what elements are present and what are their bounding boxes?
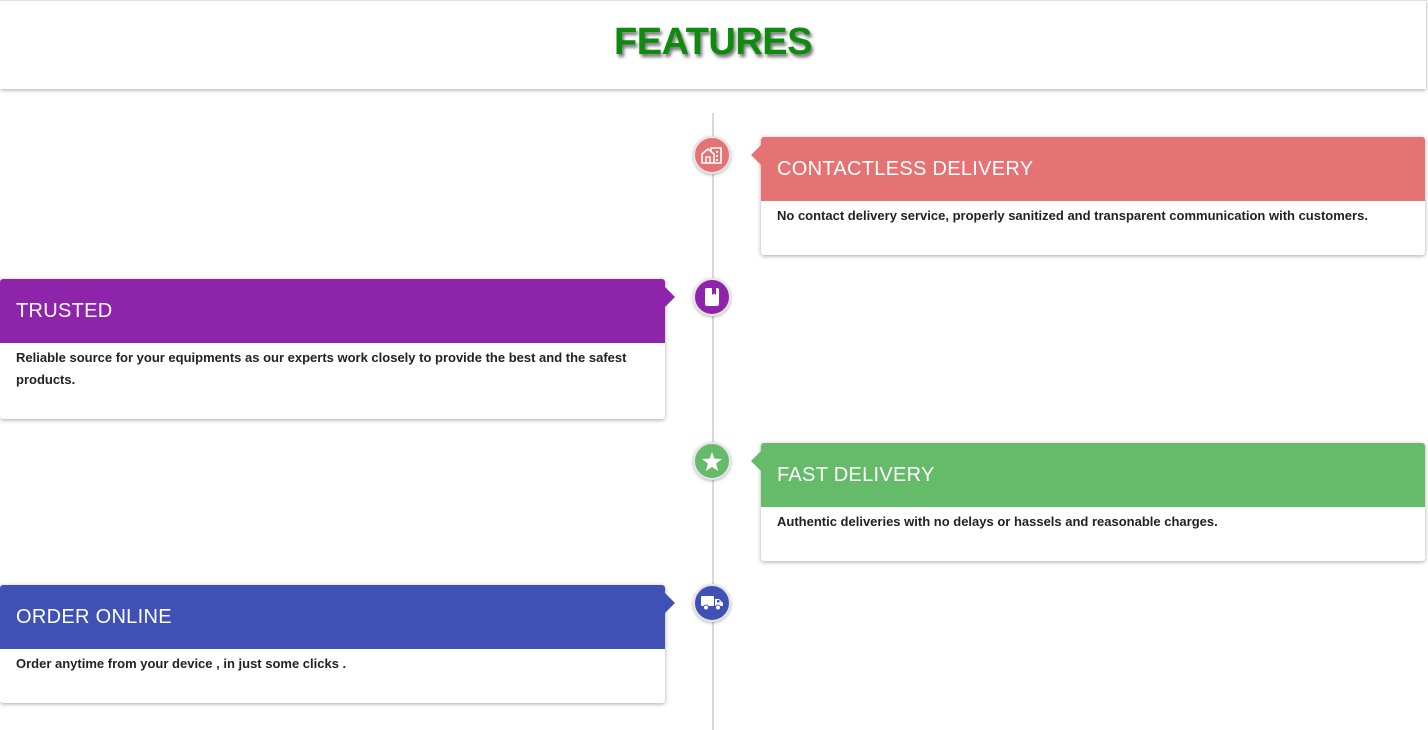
timeline-node-trusted [693,278,731,316]
features-header: FEATURES [0,0,1426,89]
feature-description: Order anytime from your device , in just… [16,656,347,671]
feature-card-order-online: ORDER ONLINE Order anytime from your dev… [0,585,675,703]
timeline-node-order-online [693,584,731,622]
feature-card-contactless-delivery: CONTACTLESS DELIVERY No contact delivery… [751,137,1425,255]
feature-title: TRUSTED [16,300,113,322]
feature-description: No contact delivery service, properly sa… [777,208,1368,223]
feature-card-header: ORDER ONLINE [0,585,675,649]
feature-card-trusted: TRUSTED Reliable source for your equipme… [0,279,675,419]
feature-description: Authentic deliveries with no delays or h… [777,514,1218,529]
feature-title: FAST DELIVERY [777,464,935,486]
timeline-line [712,113,714,730]
feature-description: Reliable source for your equipments as o… [16,350,627,387]
feature-card-header: TRUSTED [0,279,675,343]
page-title: FEATURES [614,21,812,63]
building-icon [701,146,723,164]
book-icon [704,288,720,306]
feature-title: CONTACTLESS DELIVERY [777,158,1034,180]
timeline-node-fast-delivery [693,442,731,480]
feature-card-header: CONTACTLESS DELIVERY [751,137,1425,201]
timeline-node-contactless-delivery [693,136,731,174]
feature-card-header: FAST DELIVERY [751,443,1425,507]
feature-card-fast-delivery: FAST DELIVERY Authentic deliveries with … [751,443,1425,561]
star-icon [702,451,722,471]
feature-title: ORDER ONLINE [16,606,172,628]
truck-icon [701,595,723,611]
